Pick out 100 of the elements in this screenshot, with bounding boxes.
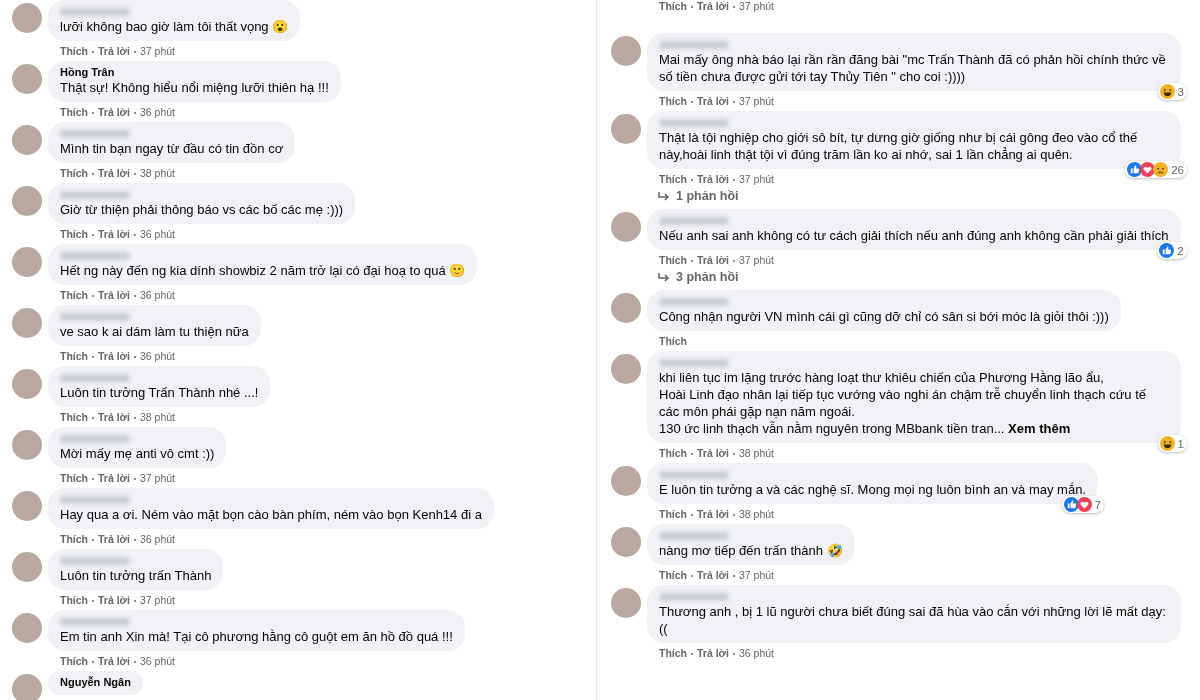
like-link[interactable]: Thích bbox=[659, 647, 687, 660]
blurred-name bbox=[60, 435, 130, 443]
like-link[interactable]: Thích bbox=[60, 655, 88, 668]
blurred-name bbox=[659, 119, 729, 127]
comment-time[interactable]: 36 phút bbox=[140, 228, 176, 241]
see-more-link[interactable]: Xem thêm bbox=[1008, 421, 1071, 436]
like-link[interactable]: Thích bbox=[60, 289, 88, 302]
reply-link[interactable]: Trả lời bbox=[697, 0, 729, 13]
like-link[interactable]: Thích bbox=[659, 569, 687, 582]
avatar-photo-placeholder bbox=[12, 186, 42, 216]
comment-time[interactable]: 37 phút bbox=[739, 95, 775, 108]
reaction-count-badge[interactable]: 26 bbox=[1125, 161, 1187, 178]
like-link[interactable]: Thích bbox=[60, 594, 88, 607]
like-link[interactable]: Thích bbox=[60, 411, 88, 424]
reply-link[interactable]: Trả lời bbox=[98, 472, 130, 485]
comment-time[interactable]: 37 phút bbox=[140, 45, 176, 58]
like-link[interactable]: Thích bbox=[659, 254, 687, 267]
like-link[interactable]: Thích bbox=[659, 508, 687, 521]
like-link[interactable]: Thích bbox=[659, 0, 687, 13]
comment-text: E luôn tin tưởng a và các nghệ sĩ. Mong mọi ng luôn bình an và may mắn. bbox=[659, 481, 1086, 498]
reply-link[interactable]: Trả lời bbox=[98, 655, 130, 668]
reply-link[interactable]: Trả lời bbox=[697, 569, 729, 582]
reply-link[interactable]: Trả lời bbox=[98, 106, 130, 119]
like-link[interactable]: Thích bbox=[659, 95, 687, 108]
blurred-name bbox=[659, 471, 729, 479]
comment-time[interactable]: 36 phút bbox=[140, 655, 176, 668]
like-link[interactable]: Thích bbox=[60, 167, 88, 180]
like-link[interactable]: Thích bbox=[60, 106, 88, 119]
like-link[interactable]: Thích bbox=[659, 173, 687, 186]
like-link[interactable]: Thích bbox=[60, 533, 88, 546]
reply-link[interactable]: Trả lời bbox=[697, 508, 729, 521]
reply-link[interactable]: Trả lời bbox=[697, 95, 729, 108]
reply-link[interactable]: Trả lời bbox=[697, 447, 729, 460]
comment-text: Công nhận người VN mình cái gì cũng dỡ chỉ có sân si bới móc là giỏi thôi :))) bbox=[659, 308, 1109, 325]
reply-link[interactable]: Trả lời bbox=[98, 411, 130, 424]
reply-link[interactable]: Trả lời bbox=[98, 289, 130, 302]
comment-time[interactable]: 38 phút bbox=[739, 447, 775, 460]
laughing-face-icon bbox=[1159, 436, 1175, 451]
comment-text: Hay qua a ơi. Ném vào mặt bọn cào bàn phím, ném vào bọn Kenh14 đi a bbox=[60, 506, 482, 523]
avatar-photo-placeholder bbox=[12, 247, 42, 277]
reaction-count-badge[interactable]: 7 bbox=[1061, 496, 1104, 513]
comment-text: nàng mơ tiếp đến trấn thành 🤣 bbox=[659, 542, 843, 559]
comment-text: khi liên tục im lặng trước hàng loạt thư khiêu chiến của Phương Hằng lão ẩu, Hoài Linh đạo nhân lại tiếp tục vướng vào nghi án chậm trễ chuyển linh thạch cứu tế các môn phái gặp nạn năm ngoái. 130 ức linh thạch vẫn nằm nguyên trong MBbank tiền tran... Xem thêm bbox=[659, 369, 1147, 437]
avatar-photo-placeholder bbox=[611, 466, 641, 496]
author-name[interactable]: Hồng Trân bbox=[60, 66, 329, 79]
blurred-name bbox=[60, 252, 130, 260]
avatar-photo-placeholder bbox=[12, 491, 42, 521]
comment-text: Mời mấy mẹ anti vô cmt :)) bbox=[60, 445, 215, 462]
comment-time[interactable]: 37 phút bbox=[739, 173, 775, 186]
thumbs-up-icon bbox=[1159, 243, 1175, 258]
reply-link[interactable]: Trả lời bbox=[697, 173, 729, 186]
comment-text: lưỡi không bao giờ làm tôi thất vọng 😮 bbox=[60, 18, 289, 35]
comment-time[interactable]: 37 phút bbox=[739, 0, 775, 13]
comment-text: Luôn tin tưởng trấn Thành bbox=[60, 567, 212, 584]
blurred-name bbox=[659, 359, 729, 367]
view-replies-link[interactable]: 3 phản hồi bbox=[647, 270, 739, 290]
like-link[interactable]: Thích bbox=[60, 472, 88, 485]
comment-text: Thật sự! Không hiểu nổi miệng lưỡi thiên hạ !!! bbox=[60, 79, 329, 96]
view-replies-link[interactable]: 1 phản hồi bbox=[647, 189, 739, 209]
comment-time[interactable]: 36 phút bbox=[140, 350, 176, 363]
comment-text: Luôn tin tưởng Trấn Thành nhé ...! bbox=[60, 384, 259, 401]
avatar-photo-placeholder bbox=[611, 212, 641, 242]
reply-link[interactable]: Trả lời bbox=[98, 350, 130, 363]
blurred-name bbox=[659, 298, 729, 306]
like-link[interactable]: Thích bbox=[659, 335, 687, 348]
comment-time[interactable]: 36 phút bbox=[739, 647, 775, 660]
comment-time[interactable]: 37 phút bbox=[739, 569, 775, 582]
like-link[interactable]: Thích bbox=[60, 45, 88, 58]
comment-time[interactable]: 37 phút bbox=[140, 594, 176, 607]
comment-time[interactable]: 38 phút bbox=[140, 411, 176, 424]
comment-time[interactable]: 36 phút bbox=[140, 106, 176, 119]
like-link[interactable]: Thích bbox=[60, 228, 88, 241]
comment-time[interactable]: 38 phút bbox=[739, 508, 775, 521]
reply-link[interactable]: Trả lời bbox=[98, 533, 130, 546]
reply-link[interactable]: Trả lời bbox=[697, 254, 729, 267]
avatar-photo-placeholder bbox=[611, 527, 641, 557]
reaction-count-badge[interactable]: 2 bbox=[1157, 242, 1187, 259]
reaction-count-badge[interactable]: 1 bbox=[1157, 435, 1187, 452]
like-link[interactable]: Thích bbox=[60, 350, 88, 363]
author-name[interactable]: Nguyễn Ngân bbox=[60, 676, 131, 689]
comment-text: ve sao k ai dám làm tu thiện nữa bbox=[60, 323, 249, 340]
reaction-count-badge[interactable]: 3 bbox=[1157, 83, 1187, 100]
avatar-photo-placeholder bbox=[12, 64, 42, 94]
comment-text: Em tin anh Xin mà! Tại cô phương hằng cô guột em ăn hồ đồ quá !!! bbox=[60, 628, 453, 645]
reply-link[interactable]: Trả lời bbox=[697, 647, 729, 660]
avatar-photo-placeholder bbox=[12, 430, 42, 460]
reply-link[interactable]: Trả lời bbox=[98, 228, 130, 241]
like-link[interactable]: Thích bbox=[659, 447, 687, 460]
comment-text: Mai mấy ông nhà báo lại rần rần đăng bài "mc Trấn Thành đã có phản hồi chính thức về số tiền chưa được gửi tới tay Thủy Tiên " cho coi :)))) bbox=[659, 51, 1167, 85]
reply-link[interactable]: Trả lời bbox=[98, 167, 130, 180]
comment-time[interactable]: 36 phút bbox=[140, 533, 176, 546]
avatar-photo-placeholder bbox=[611, 36, 641, 66]
laughing-face-icon bbox=[1159, 84, 1175, 99]
comment-time[interactable]: 36 phút bbox=[140, 289, 176, 302]
comment-time[interactable]: 37 phút bbox=[739, 254, 775, 267]
reply-link[interactable]: Trả lời bbox=[98, 594, 130, 607]
comment-time[interactable]: 38 phút bbox=[140, 167, 176, 180]
blurred-name bbox=[659, 532, 729, 540]
reply-link[interactable]: Trả lời bbox=[98, 45, 130, 58]
comment-time[interactable]: 37 phút bbox=[140, 472, 176, 485]
